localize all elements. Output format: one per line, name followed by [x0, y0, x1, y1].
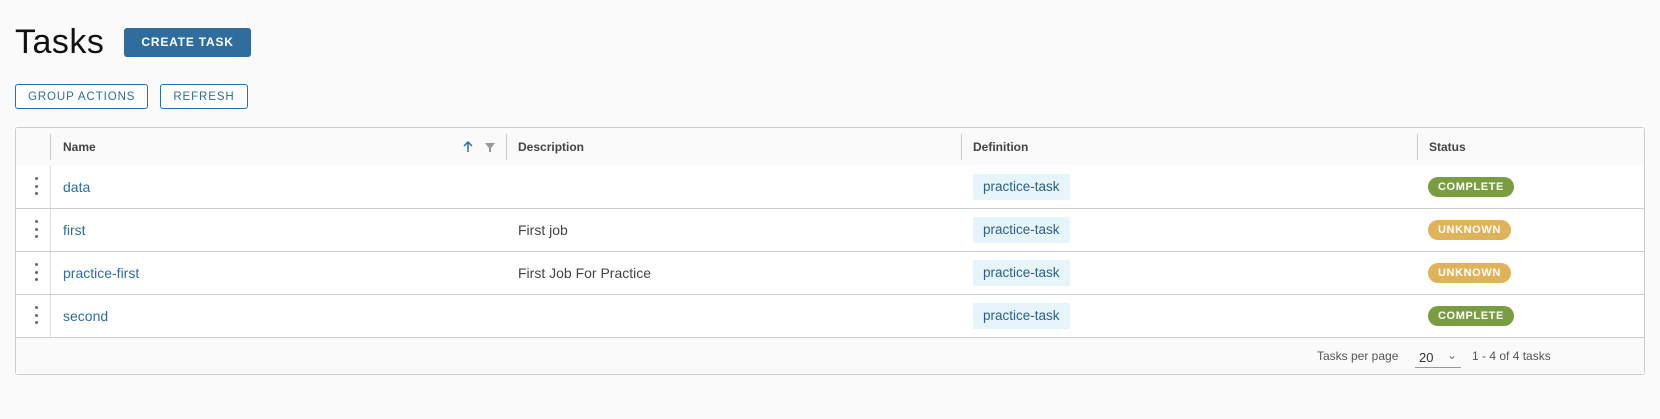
definition-tag[interactable]: practice-task — [973, 217, 1070, 243]
row-actions-icon[interactable] — [33, 263, 39, 281]
column-header-status[interactable]: Status — [1429, 128, 1466, 166]
row-separator — [50, 252, 51, 294]
table-row: data practice-task COMPLETE — [16, 166, 1644, 209]
task-name-link[interactable]: practice-first — [63, 252, 139, 294]
page-header: Tasks CREATE TASK — [15, 22, 251, 62]
task-description: First Job For Practice — [518, 265, 652, 281]
column-header-description[interactable]: Description — [518, 128, 584, 166]
column-separator[interactable] — [961, 134, 962, 160]
filter-icon[interactable] — [483, 140, 497, 154]
task-name-link[interactable]: second — [63, 295, 108, 337]
task-name-link[interactable]: data — [63, 166, 90, 208]
row-separator — [50, 166, 51, 208]
sort-ascending-icon[interactable] — [461, 140, 475, 154]
task-name-link[interactable]: first — [63, 209, 86, 251]
grid-header-row: Name Description Definition Status — [16, 128, 1644, 167]
column-separator[interactable] — [1417, 134, 1418, 160]
create-task-button[interactable]: CREATE TASK — [124, 27, 251, 57]
tasks-datagrid: Name Description Definition Status data … — [15, 127, 1645, 375]
column-separator[interactable] — [506, 134, 507, 160]
pagination-range: 1 - 4 of 4 tasks — [1472, 349, 1551, 363]
column-separator — [50, 134, 51, 160]
table-row: first First job practice-task UNKNOWN — [16, 209, 1644, 252]
definition-tag[interactable]: practice-task — [973, 174, 1070, 200]
page-size-select[interactable]: 20 ⌄ — [1415, 343, 1461, 368]
row-separator — [50, 209, 51, 251]
status-badge: UNKNOWN — [1428, 263, 1511, 283]
status-badge: COMPLETE — [1428, 306, 1514, 326]
row-actions-icon[interactable] — [33, 306, 39, 324]
column-header-definition[interactable]: Definition — [973, 128, 1028, 166]
page-title: Tasks — [15, 23, 105, 61]
grid-footer: Tasks per page 20 ⌄ 1 - 4 of 4 tasks — [16, 337, 1644, 374]
definition-tag[interactable]: practice-task — [973, 260, 1070, 286]
refresh-button[interactable]: REFRESH — [160, 84, 248, 109]
chevron-down-icon: ⌄ — [1446, 348, 1457, 362]
group-actions-button[interactable]: GROUP ACTIONS — [15, 84, 149, 109]
row-actions-icon[interactable] — [33, 177, 39, 195]
table-row: practice-first First Job For Practice pr… — [16, 252, 1644, 295]
status-badge: COMPLETE — [1428, 177, 1514, 197]
page-size-value: 20 — [1419, 350, 1434, 365]
row-separator — [50, 295, 51, 337]
status-badge: UNKNOWN — [1428, 220, 1511, 240]
row-actions-icon[interactable] — [33, 220, 39, 238]
table-row: second practice-task COMPLETE — [16, 295, 1644, 338]
definition-tag[interactable]: practice-task — [973, 303, 1070, 329]
column-header-name[interactable]: Name — [63, 128, 96, 166]
grid-toolbar: GROUP ACTIONS REFRESH — [15, 84, 248, 109]
task-description: First job — [518, 222, 568, 238]
per-page-label: Tasks per page — [1317, 349, 1399, 363]
